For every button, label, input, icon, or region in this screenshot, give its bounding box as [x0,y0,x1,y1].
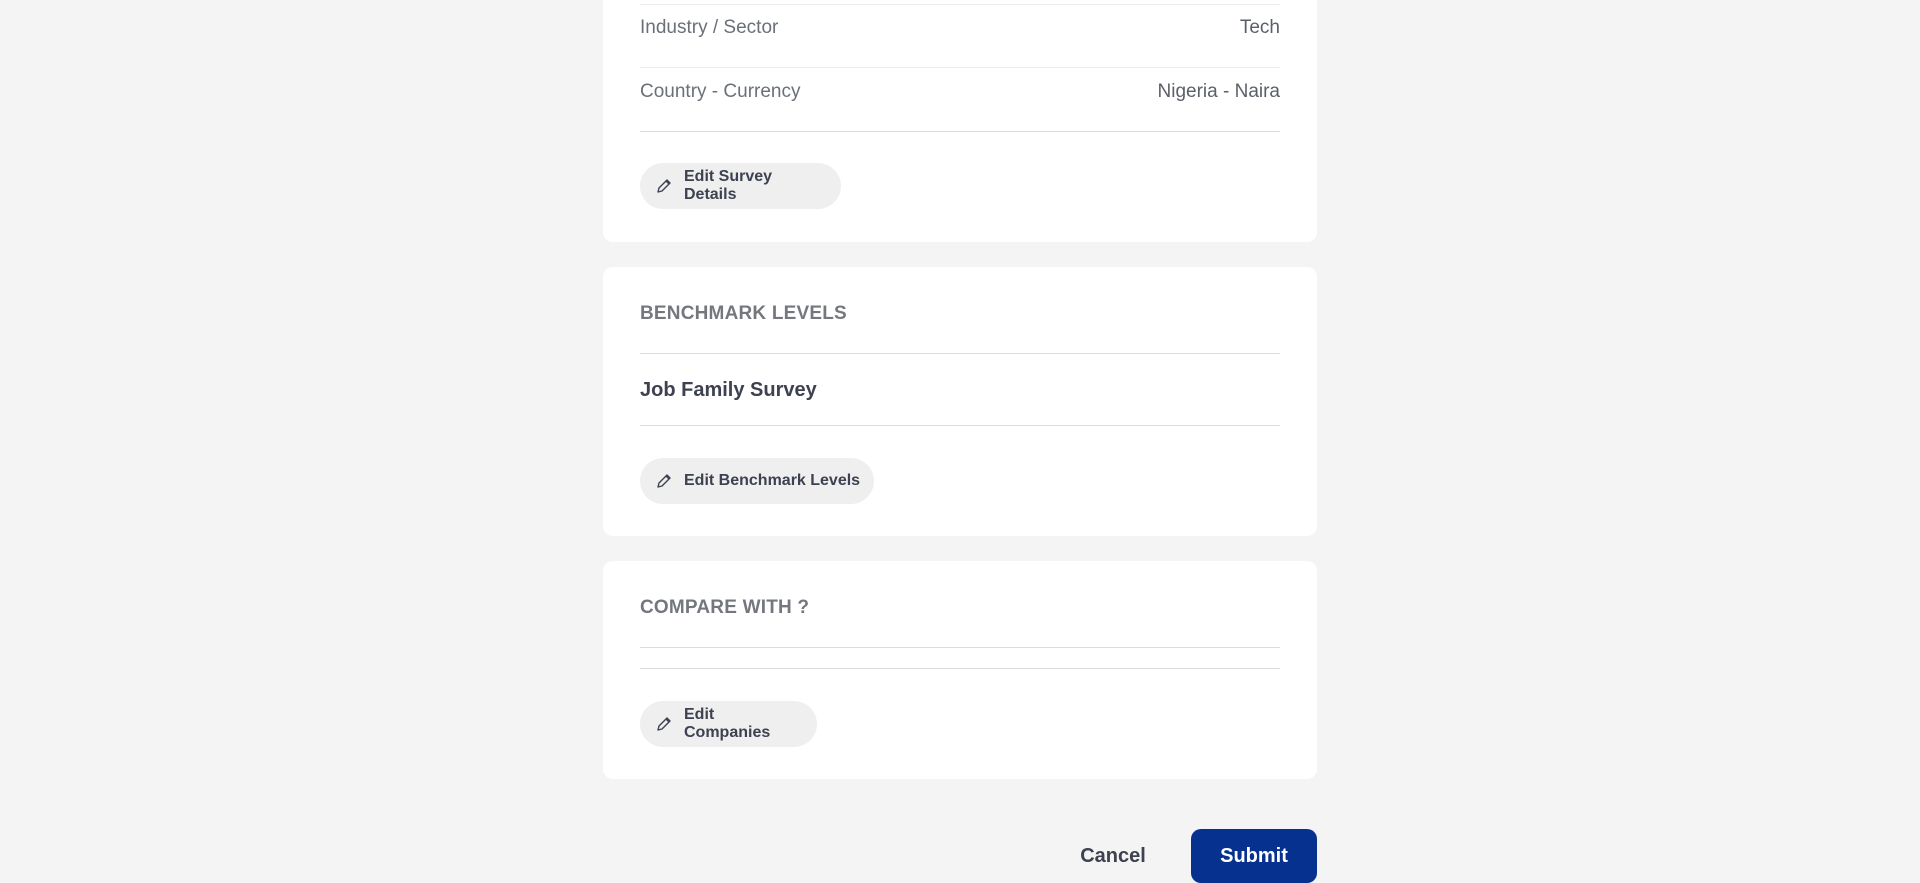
section-title: COMPARE WITH ? [640,597,810,618]
divider [640,67,1280,68]
submit-button[interactable]: Submit [1191,829,1317,883]
edit-survey-details-label: Edit Survey Details [684,168,773,203]
divider [640,353,1280,354]
divider [640,131,1280,132]
detail-row-industry: Industry / Sector Tech [640,14,1280,42]
form-actions: Cancel Submit [603,829,1317,883]
edit-benchmark-levels-button[interactable]: Edit Benchmark Levels [640,458,874,504]
edit-survey-details-button[interactable]: Edit Survey Details [640,163,841,209]
divider [640,647,1280,648]
pencil-icon [656,178,672,194]
detail-label: Country - Currency [640,81,801,102]
benchmark-levels-card: BENCHMARK LEVELS Job Family Survey Edit … [603,267,1317,536]
divider [640,668,1280,669]
detail-row-country-currency: Country - Currency Nigeria - Naira [640,78,1280,106]
survey-details-card: Industry / Sector Tech Country - Currenc… [603,0,1317,242]
edit-companies-label: Edit Companies [684,706,771,741]
edit-benchmark-levels-label: Edit Benchmark Levels [684,472,861,489]
divider [640,425,1280,426]
detail-label: Industry / Sector [640,17,779,38]
compare-with-card: COMPARE WITH ? Edit Companies [603,561,1317,779]
section-title: BENCHMARK LEVELS [640,303,847,324]
edit-companies-button[interactable]: Edit Companies [640,701,817,747]
survey-name: Job Family Survey [640,379,817,401]
detail-value: Tech [1239,17,1280,38]
detail-value: Nigeria - Naira [1157,81,1280,102]
pencil-icon [656,473,672,489]
divider [640,4,1280,5]
pencil-icon [656,716,672,732]
cancel-button[interactable]: Cancel [1073,829,1153,883]
